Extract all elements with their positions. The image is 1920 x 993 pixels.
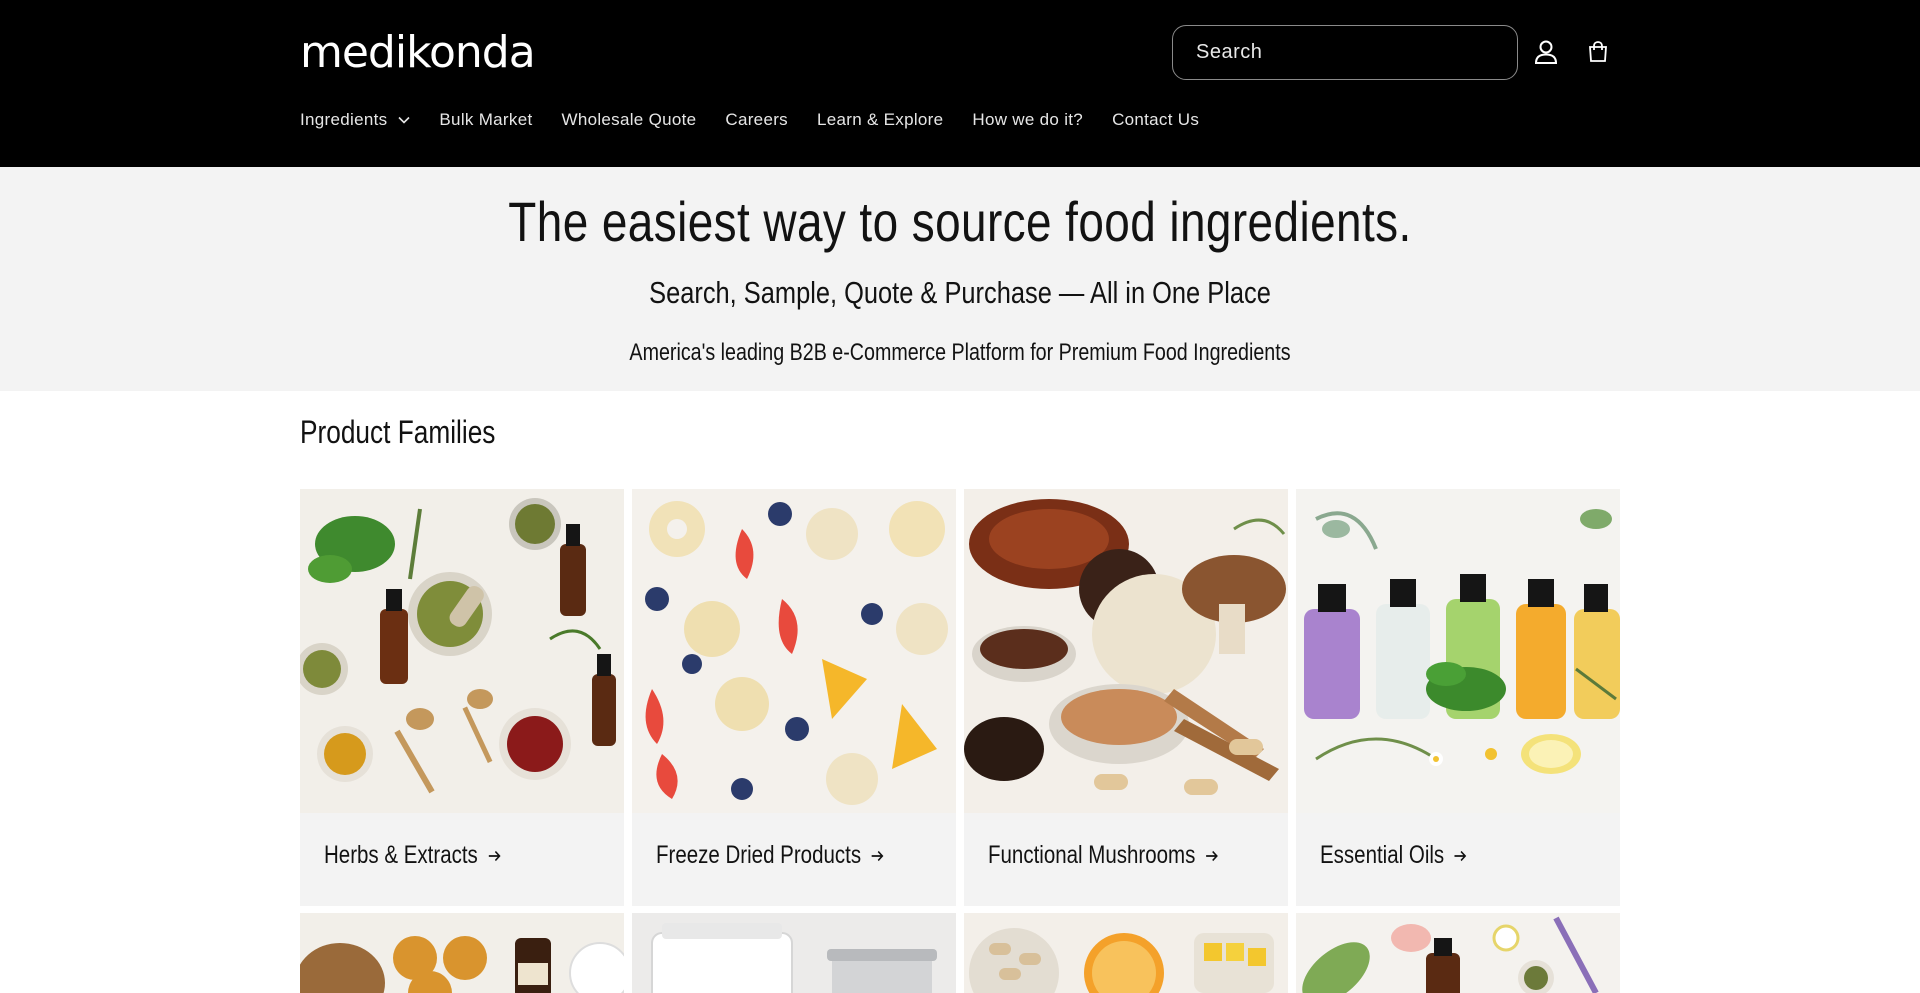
product-card-label: Herbs & Extracts bbox=[324, 841, 501, 870]
nav-item-careers[interactable]: Careers bbox=[725, 110, 788, 130]
nav-item-ingredients[interactable]: Ingredients bbox=[300, 110, 410, 130]
product-card-label: Essential Oils bbox=[1320, 841, 1467, 870]
card-label-text: Freeze Dried Products bbox=[656, 841, 862, 869]
section-title: Product Families bbox=[300, 414, 496, 450]
card-label-text: Herbs & Extracts bbox=[324, 841, 478, 869]
chevron-down-icon bbox=[398, 116, 410, 124]
product-card-label: Freeze Dried Products bbox=[656, 841, 884, 870]
site-header: medikonda Search Ingredients Bulk Market… bbox=[0, 0, 1920, 167]
hero-title: The easiest way to source food ingredien… bbox=[508, 190, 1412, 253]
product-image-freeze-dried bbox=[632, 489, 956, 813]
product-card-row2-2[interactable] bbox=[632, 913, 956, 993]
product-image-row2-3 bbox=[964, 913, 1288, 993]
nav-item-bulk-market[interactable]: Bulk Market bbox=[439, 110, 532, 130]
product-image-mushrooms bbox=[964, 489, 1288, 813]
nav-item-learn-explore[interactable]: Learn & Explore bbox=[817, 110, 943, 130]
arrow-right-icon bbox=[1206, 850, 1218, 861]
cart-icon[interactable] bbox=[1584, 38, 1612, 66]
product-card-row2-4[interactable] bbox=[1296, 913, 1620, 993]
product-card-herbs-extracts[interactable]: Herbs & Extracts bbox=[300, 489, 624, 906]
product-image-row2-1 bbox=[300, 913, 624, 993]
nav-item-wholesale-quote[interactable]: Wholesale Quote bbox=[561, 110, 696, 130]
hero-tagline: America's leading B2B e-Commerce Platfor… bbox=[629, 339, 1291, 366]
product-image-row2-2 bbox=[632, 913, 956, 993]
nav-item-contact-us[interactable]: Contact Us bbox=[1112, 110, 1199, 130]
search-placeholder: Search bbox=[1196, 41, 1263, 63]
product-image-herbs bbox=[300, 489, 624, 813]
logo-text: medikonda bbox=[300, 27, 536, 78]
nav-item-how-we-do-it[interactable]: How we do it? bbox=[972, 110, 1083, 130]
search-input[interactable]: Search bbox=[1172, 25, 1518, 80]
product-image-essential-oils bbox=[1296, 489, 1620, 813]
hero-banner: The easiest way to source food ingredien… bbox=[0, 167, 1920, 391]
product-card-row2-3[interactable] bbox=[964, 913, 1288, 993]
hero-subtitle: Search, Sample, Quote & Purchase — All i… bbox=[649, 275, 1271, 310]
card-label-text: Essential Oils bbox=[1320, 841, 1445, 869]
product-card-functional-mushrooms[interactable]: Functional Mushrooms bbox=[964, 489, 1288, 906]
nav-label: Wholesale Quote bbox=[561, 110, 697, 129]
nav-label: Bulk Market bbox=[439, 110, 533, 129]
product-image-row2-4 bbox=[1296, 913, 1620, 993]
product-card-label: Functional Mushrooms bbox=[988, 841, 1218, 870]
main-nav: Ingredients Bulk Market Wholesale Quote … bbox=[300, 110, 1228, 130]
nav-label: Contact Us bbox=[1112, 110, 1200, 129]
product-card-row2-1[interactable] bbox=[300, 913, 624, 993]
site-logo[interactable]: medikonda bbox=[300, 27, 536, 78]
nav-label: How we do it? bbox=[972, 110, 1084, 129]
arrow-right-icon bbox=[488, 850, 501, 861]
card-label-text: Functional Mushrooms bbox=[988, 841, 1196, 869]
nav-label: Careers bbox=[725, 110, 788, 129]
nav-label: Ingredients bbox=[300, 110, 388, 129]
arrow-right-icon bbox=[871, 850, 884, 861]
nav-label: Learn & Explore bbox=[816, 110, 944, 129]
product-card-essential-oils[interactable]: Essential Oils bbox=[1296, 489, 1620, 906]
product-card-freeze-dried[interactable]: Freeze Dried Products bbox=[632, 489, 956, 906]
arrow-right-icon bbox=[1454, 850, 1467, 861]
account-icon[interactable] bbox=[1532, 38, 1560, 66]
